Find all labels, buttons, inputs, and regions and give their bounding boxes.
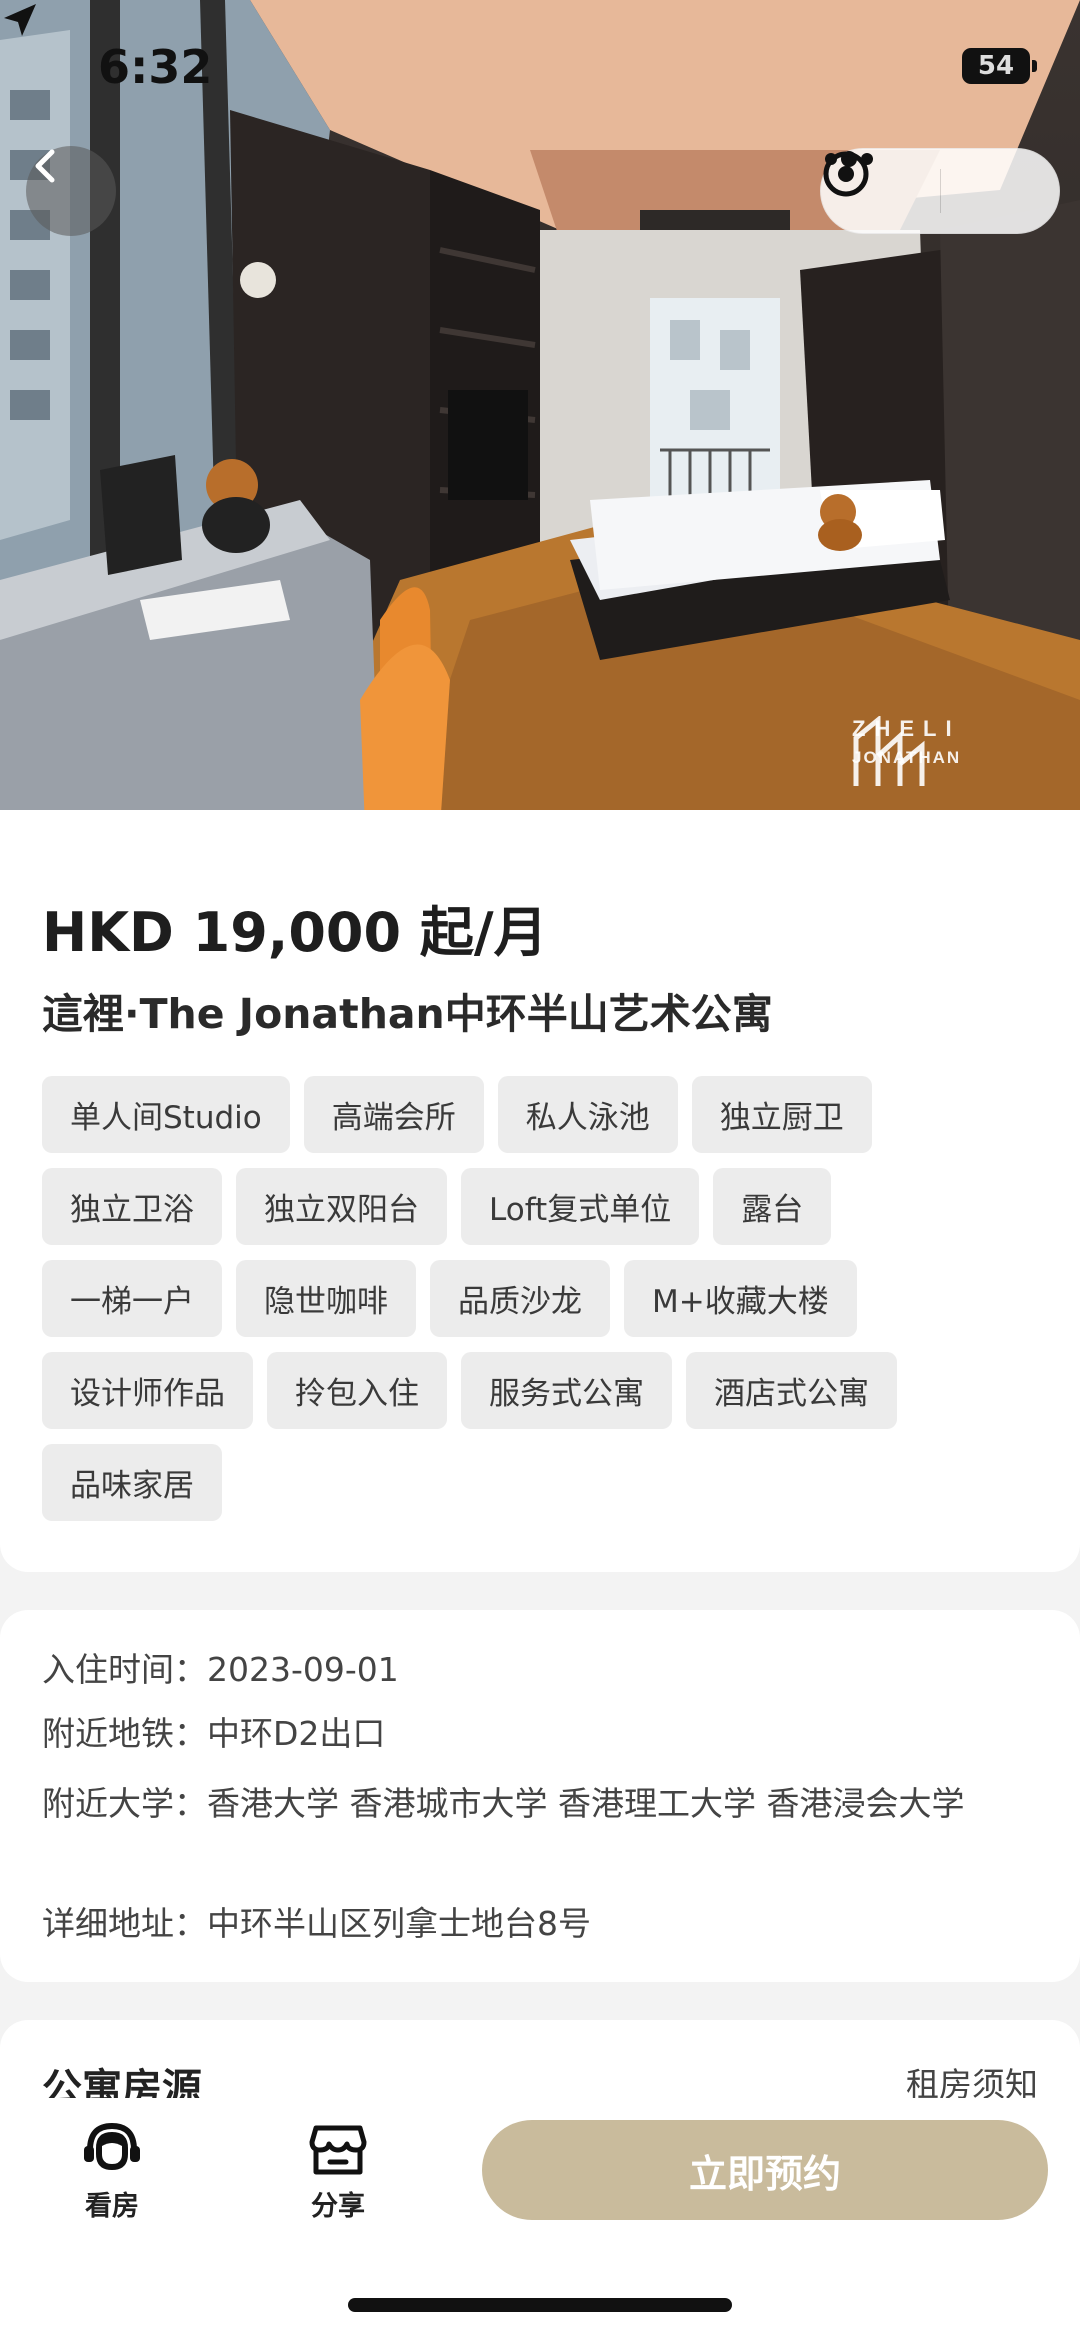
feature-tag: 设计师作品 [42,1352,253,1429]
feature-tag: 酒店式公寓 [686,1352,897,1429]
feature-tag: 单人间Studio [42,1076,290,1153]
tag-row: 设计师作品 拎包入住 服务式公寓 酒店式公寓 [42,1352,1042,1429]
status-time: 6:32 [98,40,213,94]
back-button[interactable] [26,146,116,236]
book-now-button[interactable]: 立即预约 [482,2120,1048,2220]
feature-tag: 品质沙龙 [430,1260,610,1337]
feature-tag: 独立厨卫 [691,1076,872,1153]
back-arrow-icon [35,149,55,183]
feature-tag: 独立卫浴 [42,1168,222,1245]
share-button[interactable]: 分享 [268,2120,408,2230]
status-bar: 6:32 54 [0,0,1080,140]
listing-title: 這裡·The Jonathan中环半山艺术公寓 [42,990,773,1038]
mini-program-capsule [820,148,1060,234]
hero-photo[interactable]: 6:32 54 ZHELI JONATHAN [0,0,1080,828]
location-arrow-icon [4,4,36,36]
move-in-date: 入住时间：2023-09-01 [42,1650,399,1689]
share-label: 分享 [311,2191,365,2222]
feature-tag: 拎包入住 [267,1352,447,1429]
view-label: 看房 [85,2191,139,2222]
feature-tag: M+收藏大楼 [624,1260,857,1337]
close-program-button[interactable] [823,148,1059,234]
feature-tag: 独立双阳台 [236,1168,447,1245]
feature-tag: 隐世咖啡 [236,1260,416,1337]
target-icon [823,151,869,197]
feature-tag: 私人泳池 [497,1076,678,1153]
feature-tag: 高端会所 [303,1076,484,1153]
feature-tag: Loft复式单位 [461,1168,700,1245]
battery-indicator: 54 [962,48,1037,84]
full-address: 详细地址：中环半山区列拿士地台8号 [42,1904,591,1943]
tag-row: 单人间Studio 高端会所 私人泳池 独立厨卫 [42,1076,1042,1153]
feature-tag: 露台 [713,1168,832,1245]
headset-agent-icon [84,2122,140,2170]
battery-level: 54 [977,51,1015,81]
tag-row: 一梯一户 隐世咖啡 品质沙龙 M+收藏大楼 [42,1260,1042,1337]
tag-row: 品味家居 [42,1444,1042,1521]
feature-tags: 单人间Studio 高端会所 私人泳池 独立厨卫 独立卫浴 独立双阳台 Loft… [42,1076,1042,1536]
view-button[interactable]: 看房 [42,2120,182,2230]
listing-price: HKD 19,000 起/月 [42,901,548,964]
status-indicators: 54 [962,48,1037,84]
tag-row: 独立卫浴 独立双阳台 Loft复式单位 露台 [42,1168,1042,1245]
home-indicator[interactable] [348,2298,732,2312]
feature-tag: 一梯一户 [42,1260,222,1337]
feature-tag: 服务式公寓 [461,1352,672,1429]
page: 6:32 54 ZHELI JONATHAN HKD 19,000 起/月 這裡… [0,0,1080,2337]
store-share-icon [309,2125,367,2175]
brand-watermark: ZHELI JONATHAN [852,716,961,786]
feature-tag: 品味家居 [42,1444,222,1521]
nearby-universities: 附近大学：香港大学 香港城市大学 香港理工大学 香港浸会大学 [42,1784,965,1823]
brand-logo-icon [853,716,925,786]
nearby-metro: 附近地铁：中环D2出口 [42,1714,386,1753]
